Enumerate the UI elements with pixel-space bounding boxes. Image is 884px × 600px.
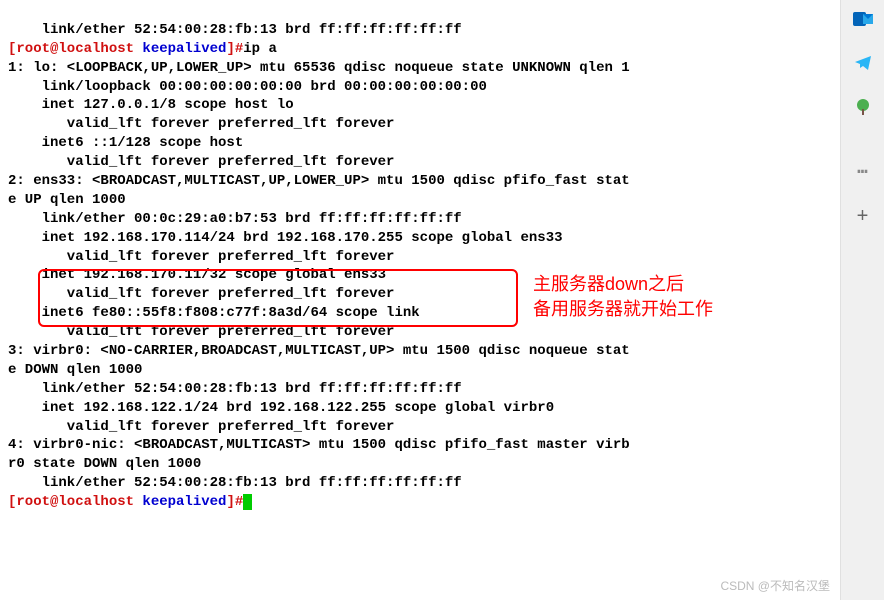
prompt-path: keepalived [142, 41, 226, 57]
output-line: inet 127.0.0.1/8 scope host lo [8, 97, 294, 113]
app-sidebar: ⋯ + [840, 0, 884, 600]
cursor [243, 494, 252, 510]
output-line: valid_lft forever preferred_lft forever [8, 419, 394, 435]
output-line: link/ether 52:54:00:28:fb:13 brd ff:ff:f… [8, 475, 462, 491]
sidebar-more-icon[interactable]: ⋯ [857, 170, 868, 176]
output-line: link/loopback 00:00:00:00:00:00 brd 00:0… [8, 79, 487, 95]
output-line: inet 192.168.170.11/32 scope global ens3… [8, 267, 386, 283]
output-line: 4: virbr0-nic: <BROADCAST,MULTICAST> mtu… [8, 437, 630, 453]
output-line: valid_lft forever preferred_lft forever [8, 324, 394, 340]
sidebar-add-icon[interactable]: + [856, 204, 868, 231]
prompt-close: ]# [226, 41, 243, 57]
output-line: inet6 fe80::55f8:f808:c77f:8a3d/64 scope… [8, 305, 420, 321]
telegram-icon[interactable] [852, 52, 874, 74]
annotation-text-line2: 备用服务器就开始工作 [533, 297, 713, 322]
terminal-output[interactable]: link/ether 52:54:00:28:fb:13 brd ff:ff:f… [0, 0, 840, 514]
prompt-user: [root@localhost [8, 494, 142, 510]
output-line: valid_lft forever preferred_lft forever [8, 154, 394, 170]
prompt-path: keepalived [142, 494, 226, 510]
output-line: valid_lft forever preferred_lft forever [8, 286, 394, 302]
output-line: e UP qlen 1000 [8, 192, 126, 208]
output-line: valid_lft forever preferred_lft forever [8, 249, 394, 265]
annotation-text: 主服务器down之后 备用服务器就开始工作 [533, 272, 713, 322]
output-line: 1: lo: <LOOPBACK,UP,LOWER_UP> mtu 65536 … [8, 60, 630, 76]
prompt-user: [root@localhost [8, 41, 142, 57]
output-line: link/ether 52:54:00:28:fb:13 brd ff:ff:f… [8, 22, 462, 38]
tree-icon[interactable] [852, 96, 874, 118]
output-line: inet6 ::1/128 scope host [8, 135, 243, 151]
output-line: inet 192.168.122.1/24 brd 192.168.122.25… [8, 400, 554, 416]
command: ip a [243, 41, 277, 57]
output-line: link/ether 52:54:00:28:fb:13 brd ff:ff:f… [8, 381, 462, 397]
watermark: CSDN @不知名汉堡 [720, 578, 830, 594]
annotation-text-line1: 主服务器down之后 [533, 272, 713, 297]
output-line: 3: virbr0: <NO-CARRIER,BROADCAST,MULTICA… [8, 343, 630, 359]
output-line: inet 192.168.170.114/24 brd 192.168.170.… [8, 230, 563, 246]
prompt-close: ]# [226, 494, 243, 510]
output-line: valid_lft forever preferred_lft forever [8, 116, 394, 132]
output-line: link/ether 00:0c:29:a0:b7:53 brd ff:ff:f… [8, 211, 462, 227]
output-line: e DOWN qlen 1000 [8, 362, 142, 378]
outlook-icon[interactable] [852, 8, 874, 30]
output-line: r0 state DOWN qlen 1000 [8, 456, 201, 472]
output-line: 2: ens33: <BROADCAST,MULTICAST,UP,LOWER_… [8, 173, 630, 189]
